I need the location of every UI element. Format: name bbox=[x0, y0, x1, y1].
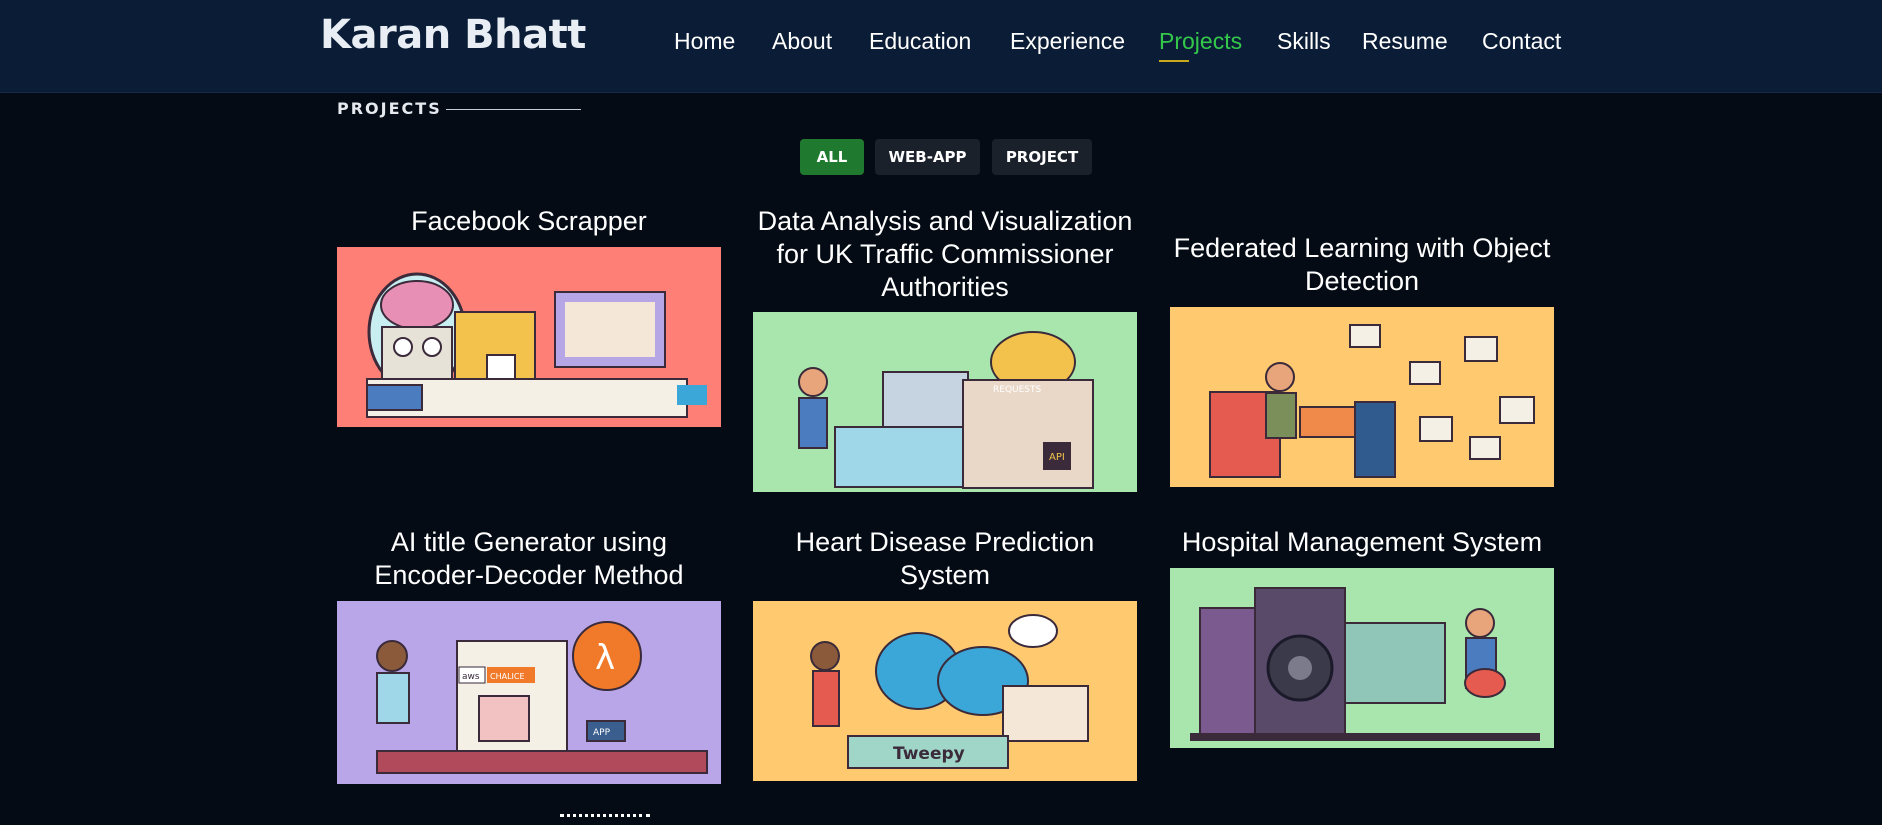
nav-skills[interactable]: Skills bbox=[1277, 28, 1331, 55]
project-image[interactable] bbox=[1170, 307, 1554, 487]
filter-web-app[interactable]: WEB-APP bbox=[875, 139, 980, 175]
project-title[interactable]: Facebook Scrapper bbox=[337, 205, 721, 238]
project-title[interactable]: Data Analysis and Visualization for UK T… bbox=[753, 205, 1137, 304]
nav-projects[interactable]: Projects bbox=[1159, 28, 1242, 55]
nav-home[interactable]: Home bbox=[674, 28, 735, 55]
project-image[interactable]: REQUESTS API bbox=[753, 312, 1137, 492]
project-title[interactable]: Federated Learning with Object Detection bbox=[1170, 232, 1554, 298]
project-title[interactable]: Heart Disease Prediction System bbox=[753, 526, 1137, 592]
project-title[interactable]: Hospital Management System bbox=[1162, 526, 1562, 559]
aws-label: aws bbox=[462, 672, 480, 682]
filter-project[interactable]: PROJECT bbox=[992, 139, 1092, 175]
navbar: Karan Bhatt Home About Education Experie… bbox=[0, 0, 1882, 93]
lambda-label: λ bbox=[595, 638, 615, 678]
nav-education[interactable]: Education bbox=[869, 28, 971, 55]
project-title[interactable]: AI title Generator using Encoder-Decoder… bbox=[337, 526, 721, 592]
api-label: API bbox=[1049, 452, 1065, 463]
nav-experience[interactable]: Experience bbox=[1010, 28, 1125, 55]
filter-all[interactable]: ALL bbox=[800, 139, 864, 175]
project-image[interactable]: aws CHALICE λ APP bbox=[337, 601, 721, 784]
app-label: APP bbox=[593, 728, 611, 738]
chalice-label: CHALICE bbox=[490, 672, 525, 681]
tweepy-bird-illustration: Tweepy bbox=[753, 601, 1137, 781]
nav-contact[interactable]: Contact bbox=[1482, 28, 1561, 55]
section-title-line bbox=[446, 109, 581, 110]
main-nav: Home About Education Experience Projects… bbox=[0, 28, 1882, 68]
envelopes-laptop-illustration bbox=[1170, 307, 1554, 487]
section-title: PROJECTS bbox=[337, 99, 442, 118]
project-image[interactable]: Tweepy bbox=[753, 601, 1137, 781]
next-row-title-partial bbox=[560, 814, 650, 821]
project-image[interactable] bbox=[1170, 568, 1554, 748]
project-image[interactable] bbox=[337, 247, 721, 427]
aws-chalice-illustration: aws CHALICE λ APP bbox=[337, 601, 721, 784]
tweepy-label: Tweepy bbox=[893, 744, 965, 764]
robot-brain-illustration bbox=[337, 247, 721, 427]
requests-label: REQUESTS bbox=[993, 385, 1042, 395]
nav-resume[interactable]: Resume bbox=[1362, 28, 1448, 55]
data-machine-illustration: REQUESTS API bbox=[753, 312, 1137, 492]
active-nav-underline bbox=[1159, 60, 1189, 62]
speaker-guitar-illustration bbox=[1170, 568, 1554, 748]
nav-about[interactable]: About bbox=[772, 28, 832, 55]
